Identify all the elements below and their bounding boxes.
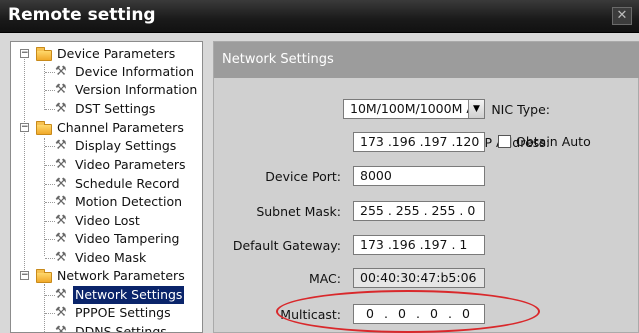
- collapse-icon[interactable]: −: [20, 271, 29, 280]
- mac-field: 00:40:30:47:b5:06: [353, 268, 485, 288]
- tree-connector: [45, 202, 55, 203]
- wrench-icon: ⚒: [55, 287, 67, 302]
- wrench-icon: ⚒: [55, 138, 67, 153]
- tree-connector: [44, 284, 45, 332]
- tree-connector: [45, 109, 55, 110]
- settings-tree: − Device Parameters ⚒ Device Information…: [10, 41, 203, 333]
- wrench-icon: ⚒: [55, 231, 67, 246]
- tree-item-label: Schedule Record: [75, 176, 180, 191]
- close-icon[interactable]: ✕: [612, 7, 632, 25]
- wrench-icon: ⚒: [55, 157, 67, 172]
- window-title: Remote setting: [8, 5, 156, 25]
- device-port-field[interactable]: 8000: [353, 166, 485, 186]
- wrench-icon: ⚒: [55, 324, 67, 333]
- wrench-icon: ⚒: [55, 176, 67, 191]
- wrench-icon: ⚒: [55, 305, 67, 320]
- tree-connector: [45, 239, 55, 240]
- tree-connector: [45, 295, 55, 296]
- tree-item-label: Video Lost: [75, 213, 140, 228]
- folder-icon: [36, 269, 52, 283]
- tree-connector: [45, 313, 55, 314]
- nic-type-select[interactable]: 10M/100M/1000M A ▼: [343, 99, 485, 119]
- tree-item-label-selected: Network Settings: [73, 286, 185, 304]
- default-gateway-field[interactable]: 173 .196 .197 . 1: [353, 235, 485, 255]
- chevron-down-icon[interactable]: ▼: [468, 100, 484, 118]
- tree-connector: [45, 221, 55, 222]
- wrench-icon: ⚒: [55, 64, 67, 79]
- collapse-icon[interactable]: −: [20, 123, 29, 132]
- tree-item-label: Video Mask: [75, 250, 147, 265]
- tree-connector: [44, 64, 45, 110]
- wrench-icon: ⚒: [55, 82, 67, 97]
- wrench-icon: ⚒: [55, 194, 67, 209]
- tree-item-label: DST Settings: [75, 101, 156, 116]
- tree-item-label: DDNS Settings: [75, 324, 167, 333]
- wrench-icon: ⚒: [55, 101, 67, 116]
- tree-item-label: Display Settings: [75, 138, 177, 153]
- tree-connector: [45, 258, 55, 259]
- wrench-icon: ⚒: [55, 250, 67, 265]
- folder-icon: [36, 121, 52, 135]
- tree-item-label: Video Parameters: [75, 157, 186, 172]
- default-gateway-label: Default Gateway:: [232, 238, 341, 253]
- tree-connector: [45, 72, 55, 73]
- window-titlebar: Remote setting ✕: [0, 0, 639, 33]
- wrench-icon: ⚒: [55, 213, 67, 228]
- mac-label: MAC:: [308, 271, 341, 286]
- tree-connector: [45, 90, 55, 91]
- nic-type-value: 10M/100M/1000M A: [350, 101, 475, 116]
- subnet-mask-field[interactable]: 255 . 255 . 255 . 0: [353, 201, 485, 221]
- obtain-auto-checkbox[interactable]: [498, 135, 511, 148]
- tree-item-label: Motion Detection: [75, 194, 183, 209]
- device-port-label: Device Port:: [265, 169, 341, 184]
- tree-connector: [24, 56, 25, 280]
- tree-connector: [45, 146, 55, 147]
- tree-group-label: Network Parameters: [57, 268, 185, 283]
- tree-group-label: Channel Parameters: [57, 120, 184, 135]
- tree-connector: [45, 184, 55, 185]
- tree-item-label: PPPOE Settings: [75, 305, 171, 320]
- tree-group-label: Device Parameters: [57, 46, 176, 61]
- subnet-mask-label: Subnet Mask:: [256, 204, 341, 219]
- obtain-auto-label[interactable]: Obtain Auto: [516, 134, 591, 149]
- tree-item-label: Video Tampering: [75, 231, 180, 246]
- tree-connector: [45, 165, 55, 166]
- collapse-icon[interactable]: −: [20, 49, 29, 58]
- panel-header: Network Settings: [214, 42, 639, 78]
- nic-type-label: NIC Type:: [491, 102, 550, 117]
- multicast-highlight-ellipse: [276, 290, 540, 333]
- network-settings-panel: Network Settings NIC Type: 10M/100M/1000…: [213, 41, 639, 333]
- device-ip-field[interactable]: 173 .196 .197 .120: [353, 132, 485, 152]
- tree-item-label: Version Information: [75, 82, 198, 97]
- tree-item-label: Device Information: [75, 64, 195, 79]
- folder-icon: [36, 47, 52, 61]
